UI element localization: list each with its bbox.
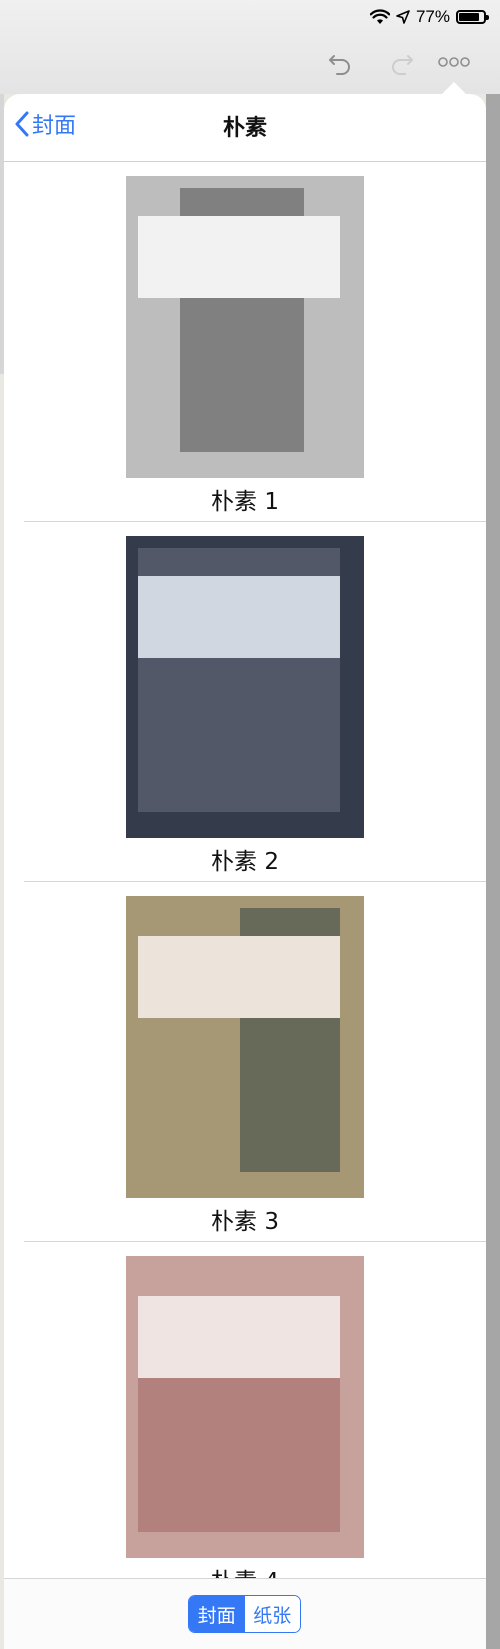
cover-thumbnail-1: [126, 176, 364, 478]
undo-button[interactable]: [320, 44, 360, 80]
cover-thumbnail-3: [126, 896, 364, 1198]
cover-1-title-band: [138, 216, 340, 298]
popover-title: 朴素: [222, 116, 267, 141]
template-item-2[interactable]: 朴素 2: [4, 522, 486, 882]
popover-navigation-bar: 封面 朴素: [4, 94, 486, 162]
app-right-strip: [486, 94, 500, 1649]
template-label-2: 朴素 2: [211, 849, 279, 875]
status-bar: 77%: [369, 6, 489, 28]
redo-icon: [392, 55, 413, 75]
cover-4-inner: [138, 1378, 340, 1532]
segment-paper[interactable]: 纸张: [244, 1596, 300, 1632]
battery-percentage: 77%: [415, 7, 450, 26]
more-button[interactable]: [434, 44, 474, 80]
segment-cover[interactable]: 封面: [189, 1596, 245, 1632]
cover-3-title-band: [138, 936, 340, 1018]
wifi-icon: [369, 9, 390, 24]
redo-button[interactable]: [382, 44, 422, 80]
template-item-3[interactable]: 朴素 3: [4, 882, 486, 1242]
template-label-1: 朴素 1: [211, 489, 279, 515]
template-item-1[interactable]: 朴素 1: [4, 162, 486, 522]
template-item-4[interactable]: 朴素 4: [4, 1242, 486, 1602]
cover-paper-segmented-control: 封面 纸张: [188, 1595, 301, 1633]
cover-2-title-band: [138, 576, 340, 658]
bottom-toolbar: 封面 纸张: [4, 1578, 486, 1649]
cover-thumbnail-4: [126, 1256, 364, 1558]
template-label-3: 朴素 3: [211, 1209, 279, 1235]
battery-icon: [456, 10, 489, 24]
template-list: 朴素 1 朴素 2 朴素 3 朴素: [4, 162, 486, 1649]
undo-icon: [329, 55, 350, 75]
more-icon: [438, 57, 470, 67]
location-icon: [396, 10, 410, 24]
cover-thumbnail-2: [126, 536, 364, 838]
cover-template-popover: 封面 朴素 朴素 1 朴素 2 朴素 3 封面 纸张: [4, 94, 486, 1649]
cover-4-title-band: [138, 1296, 340, 1378]
